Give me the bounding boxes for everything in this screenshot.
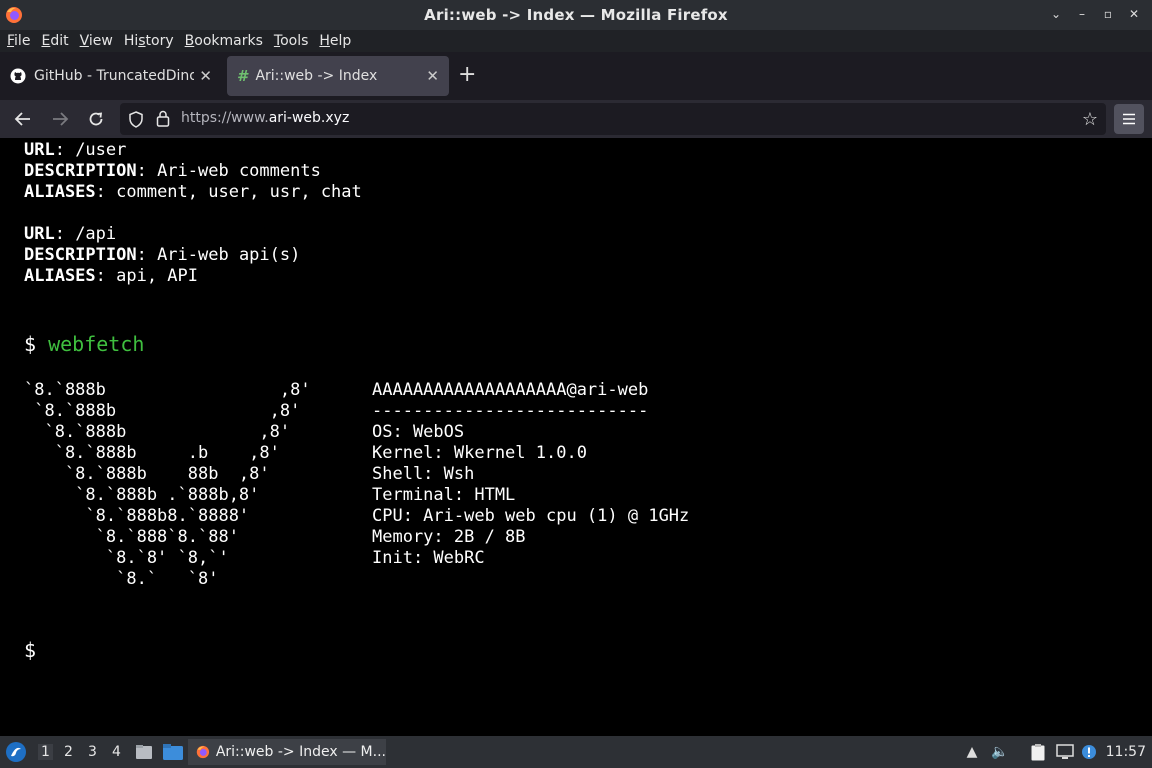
workspace-4[interactable]: 4: [112, 744, 121, 760]
hamburger-icon: [1123, 113, 1135, 125]
prompt-symbol: $: [24, 638, 37, 662]
menu-bookmarks[interactable]: Bookmarks: [185, 33, 263, 49]
tray-up-arrow-icon[interactable]: ▲: [962, 742, 982, 762]
file-manager-icon[interactable]: [134, 742, 154, 762]
close-icon[interactable]: ✕: [426, 67, 439, 85]
menu-history[interactable]: History: [124, 33, 174, 49]
menu-help[interactable]: Help: [319, 33, 351, 49]
tab-strip: GitHub - TruncatedDinos ✕ # Ari::web -> …: [0, 52, 1152, 100]
volume-icon[interactable]: 🔈: [990, 742, 1010, 762]
page-content: URL: /user DESCRIPTION: Ari-web comments…: [0, 138, 1152, 736]
hash-icon: #: [237, 67, 248, 85]
forward-button[interactable]: [50, 109, 70, 129]
reload-icon: [89, 112, 103, 126]
firefox-icon: [196, 745, 210, 759]
workspace-2[interactable]: 2: [64, 744, 73, 760]
minimize-icon[interactable]: –: [1074, 6, 1090, 22]
app-menu-button[interactable]: [1114, 104, 1144, 134]
notification-icon[interactable]: [1079, 742, 1099, 762]
network-icon[interactable]: [1055, 742, 1075, 762]
tab-github[interactable]: GitHub - TruncatedDinos ✕: [0, 56, 222, 96]
menu-tools[interactable]: Tools: [274, 33, 309, 49]
tab-label: Ari::web -> Index: [255, 68, 378, 84]
maximize-icon[interactable]: ▫: [1100, 6, 1116, 22]
window-titlebar: Ari::web -> Index — Mozilla Firefox ⌄ – …: [0, 0, 1152, 30]
taskbar: 1 2 3 4 Ari::web -> Index — M... ▲ 🔈 11:…: [0, 736, 1152, 768]
system-info: AAAAAAAAAAAAAAAAAAA@ari-web ------------…: [372, 380, 690, 568]
shield-icon[interactable]: [128, 111, 144, 128]
window-controls: ⌄ – ▫ ✕: [1048, 6, 1142, 22]
close-icon[interactable]: ✕: [199, 67, 212, 85]
reload-button[interactable]: [86, 109, 106, 129]
input-prompt[interactable]: $: [24, 638, 36, 662]
window-title: Ari::web -> Index — Mozilla Firefox: [424, 6, 728, 24]
menu-view[interactable]: View: [80, 33, 113, 49]
start-menu-icon[interactable]: [5, 741, 27, 763]
chevron-down-icon[interactable]: ⌄: [1048, 6, 1064, 22]
lock-icon[interactable]: [156, 110, 170, 127]
new-tab-button[interactable]: +: [458, 64, 476, 86]
menu-edit[interactable]: Edit: [41, 33, 68, 49]
command-text: webfetch: [48, 332, 145, 356]
menu-bar: File Edit View History Bookmarks Tools H…: [0, 30, 1152, 52]
folder-icon[interactable]: [162, 742, 184, 762]
taskbar-app-label: Ari::web -> Index — M...: [215, 744, 386, 760]
firefox-icon: [6, 7, 22, 23]
navigation-toolbar: https://www.ari-web.xyz ☆: [0, 100, 1152, 138]
ascii-logo: `8.`888b ,8' `8.`888b ,8' `8.`888b ,8' `…: [24, 380, 311, 589]
tab-ari-web[interactable]: # Ari::web -> Index ✕: [227, 56, 449, 96]
prompt-symbol: $: [24, 332, 37, 356]
arrow-left-icon: [14, 112, 30, 126]
route-user-block: URL: /user DESCRIPTION: Ari-web comments…: [24, 140, 362, 202]
route-api-block: URL: /api DESCRIPTION: Ari-web api(s) AL…: [24, 224, 301, 286]
github-icon: [10, 68, 26, 84]
clock: 11:57: [1105, 744, 1146, 760]
close-icon[interactable]: ✕: [1126, 6, 1142, 22]
arrow-right-icon: [53, 112, 69, 126]
menu-file[interactable]: File: [7, 33, 30, 49]
url-bar[interactable]: https://www.ari-web.xyz ☆: [120, 103, 1106, 135]
workspace-1[interactable]: 1: [38, 744, 53, 760]
bookmark-star-icon[interactable]: ☆: [1082, 109, 1098, 130]
back-button[interactable]: [13, 109, 33, 129]
workspace-3[interactable]: 3: [88, 744, 97, 760]
clipboard-icon[interactable]: [1028, 742, 1048, 762]
tab-label: GitHub - TruncatedDinos: [34, 68, 194, 84]
taskbar-firefox-window[interactable]: Ari::web -> Index — M...: [188, 739, 386, 765]
command-line: $ webfetch: [24, 332, 144, 356]
url-text[interactable]: https://www.ari-web.xyz: [181, 110, 349, 126]
